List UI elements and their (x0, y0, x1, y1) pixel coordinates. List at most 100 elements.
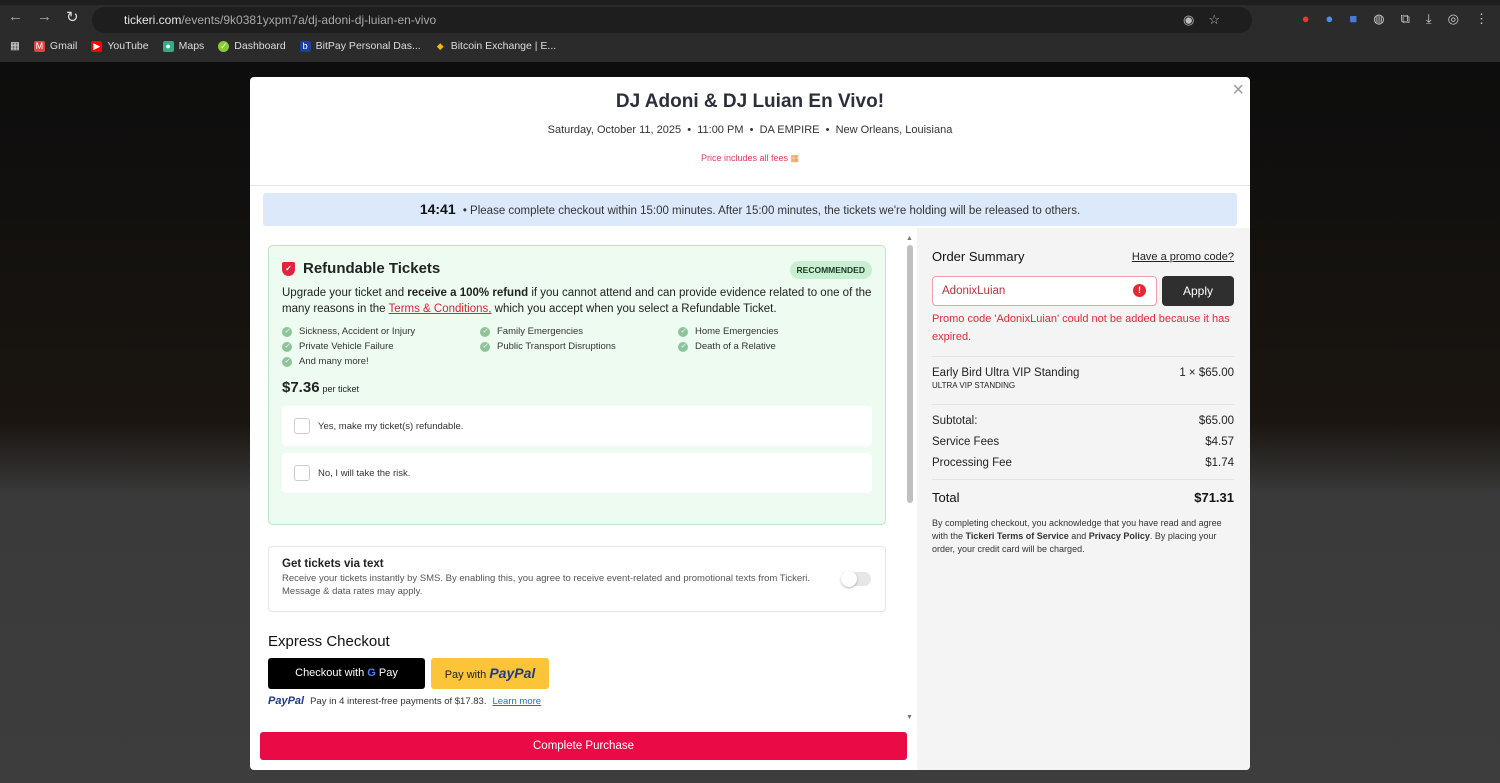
bookmark-bitcoin-exchange[interactable]: ◆ Bitcoin Exchange | E... (435, 40, 556, 52)
google-pay-button[interactable]: Checkout with G Pay (268, 658, 425, 689)
refund-price: $7.36 per ticket (282, 379, 872, 396)
google-g-icon: G (367, 667, 376, 679)
privacy-policy-link[interactable]: Privacy Policy (1089, 531, 1150, 541)
event-time: 11:00 PM (697, 124, 744, 136)
bookmark-maps[interactable]: ● Maps (162, 40, 205, 52)
checkbox[interactable] (294, 418, 310, 434)
price-unit: per ticket (322, 384, 360, 394)
promo-code-input[interactable]: AdonixLuian! (932, 276, 1157, 306)
check-icon: ✓ (678, 326, 688, 337)
download-icon[interactable]: ⤓ (1426, 11, 1432, 27)
scroll-up-icon[interactable]: ▲ (906, 235, 913, 242)
event-venue: DA EMPIRE (759, 124, 820, 136)
refund-reasons: ✓ Sickness, Accident or Injury ✓ Family Em… (282, 326, 872, 367)
bookmark-label: Gmail (49, 40, 78, 52)
extension-icon[interactable]: ■ (1349, 11, 1357, 27)
refund-option-yes[interactable]: Yes, make my ticket(s) refundable. (282, 406, 872, 446)
apps-icon[interactable]: ▦ (10, 40, 20, 52)
event-title: DJ Adoni & DJ Luian En Vivo! (615, 91, 885, 112)
paypal-pay-later-note: PayPal Pay in 4 interest-free payments of… (268, 695, 886, 707)
extension-icon[interactable]: ● (1302, 11, 1310, 27)
avatar[interactable]: ◎ (1448, 11, 1459, 27)
scrollbar-thumb[interactable] (907, 245, 913, 503)
globe-icon[interactable]: ◍ (1373, 11, 1384, 27)
order-summary-panel: Order Summary Have a promo code? AdonixLu… (917, 228, 1250, 770)
legal-part: and (1068, 531, 1089, 541)
paypal-logo: PayPal (268, 695, 305, 707)
desc-text: Upgrade your ticket and (282, 287, 408, 299)
sms-toggle[interactable] (841, 571, 871, 587)
reason-item: ✓ Sickness, Accident or Injury (282, 326, 480, 337)
price-value: $7.36 (282, 379, 320, 396)
fee-value: $4.57 (1205, 436, 1234, 448)
bookmark-bitpay[interactable]: b BitPay Personal Das... (299, 40, 421, 52)
bookmark-label: YouTube (107, 40, 149, 52)
reason-label: Sickness, Accident or Injury (299, 326, 416, 337)
note-text: Pay in 4 interest-free payments of $17.8… (310, 695, 487, 707)
paypal-button[interactable]: Pay with PayPal (431, 658, 549, 689)
reason-item: ✓ Private Vehicle Failure (282, 341, 480, 352)
omnibox-icons: ◉ ☆ (1183, 12, 1220, 28)
fee-row: Service Fees $4.57 (932, 436, 1234, 448)
nav-buttons: ← → ↻ (8, 8, 79, 26)
fee-label: Processing Fee (932, 457, 1012, 469)
fee-row: Processing Fee $1.74 (932, 457, 1234, 469)
reason-label: Private Vehicle Failure (299, 341, 394, 352)
forward-icon[interactable]: → (37, 8, 52, 26)
option-label: Yes, make my ticket(s) refundable. (318, 420, 464, 432)
bookmark-gmail[interactable]: M Gmail (33, 40, 78, 52)
refund-option-no[interactable]: No, I will take the risk. (282, 453, 872, 493)
order-summary-title: Order Summary (932, 249, 1025, 264)
reason-label: Family Emergencies (497, 326, 584, 337)
complete-purchase-button[interactable]: Complete Purchase (260, 732, 907, 760)
menu-icon[interactable]: ⋮ (1475, 11, 1488, 27)
star-icon[interactable]: ☆ (1208, 12, 1220, 28)
check-icon: ✓ (480, 326, 490, 337)
binance-icon: ◆ (436, 40, 444, 51)
promo-code-link[interactable]: Have a promo code? (1132, 251, 1234, 263)
divider (932, 479, 1234, 480)
eye-off-icon[interactable]: ◉ (1183, 12, 1194, 28)
reload-icon[interactable]: ↻ (66, 8, 79, 26)
reason-item: ✓ Family Emergencies (480, 326, 678, 337)
terms-of-service-link[interactable]: Tickeri Terms of Service (966, 531, 1069, 541)
terms-link[interactable]: Terms & Conditions, (389, 303, 492, 315)
reason-label: Home Emergencies (695, 326, 779, 337)
scroll-down-icon[interactable]: ▼ (906, 714, 913, 721)
learn-more-link[interactable]: Learn more (492, 696, 541, 707)
total-label: Total (932, 490, 960, 505)
sms-tickets-card: Get tickets via text Receive your ticket… (268, 546, 886, 612)
recommended-badge: RECOMMENDED (789, 261, 872, 279)
bookmarks-bar: ▦ M Gmail ▶ YouTube ● Maps ✓ Dashboard b BitP… (10, 40, 556, 52)
item-name: Early Bird Ultra VIP Standing (932, 367, 1080, 379)
fee-row: Subtotal: $65.00 (932, 415, 1234, 427)
checkbox[interactable] (294, 465, 310, 481)
event-location: New Orleans, Louisiana (835, 124, 953, 136)
address-bar[interactable]: tickeri.com/events/9k0381yxpm7a/dj-adoni… (92, 7, 1252, 33)
extension-icon[interactable]: ● (1326, 11, 1334, 27)
reason-label: Public Transport Disruptions (497, 341, 616, 352)
apply-button[interactable]: Apply (1162, 276, 1234, 306)
bookmark-dashboard[interactable]: ✓ Dashboard (218, 40, 286, 52)
sms-title: Get tickets via text (282, 558, 384, 570)
check-icon: ✓ (282, 341, 292, 352)
reason-item: ✓ Home Emergencies (678, 326, 876, 337)
shield-icon: ✓ (282, 261, 295, 276)
browser-chrome: ← → ↻ tickeri.com/events/9k0381yxpm7a/dj-a… (0, 0, 1500, 62)
bookmark-youtube[interactable]: ▶ YouTube (91, 40, 149, 52)
event-date: Saturday, October 11, 2025 (547, 124, 682, 136)
url-host: tickeri.com (124, 13, 182, 27)
bookmark-label: Bitcoin Exchange | E... (450, 40, 557, 52)
scrollbar[interactable]: ▲ ▼ (906, 235, 914, 721)
youtube-icon: ▶ (91, 40, 103, 52)
legal-text: By completing checkout, you acknowledge … (932, 517, 1234, 556)
bookmark-label: Maps (178, 40, 205, 52)
error-icon: ! (1133, 284, 1146, 297)
back-icon[interactable]: ← (8, 8, 23, 26)
gpay-label: Checkout with (295, 667, 365, 679)
puzzle-icon[interactable]: ⧉ (1401, 11, 1410, 27)
tab-strip (0, 0, 1500, 5)
event-details: Saturday, October 11, 2025 • 11:00 PM • … (547, 124, 953, 136)
divider (250, 185, 1250, 186)
gpay-brand: Pay (378, 667, 398, 679)
